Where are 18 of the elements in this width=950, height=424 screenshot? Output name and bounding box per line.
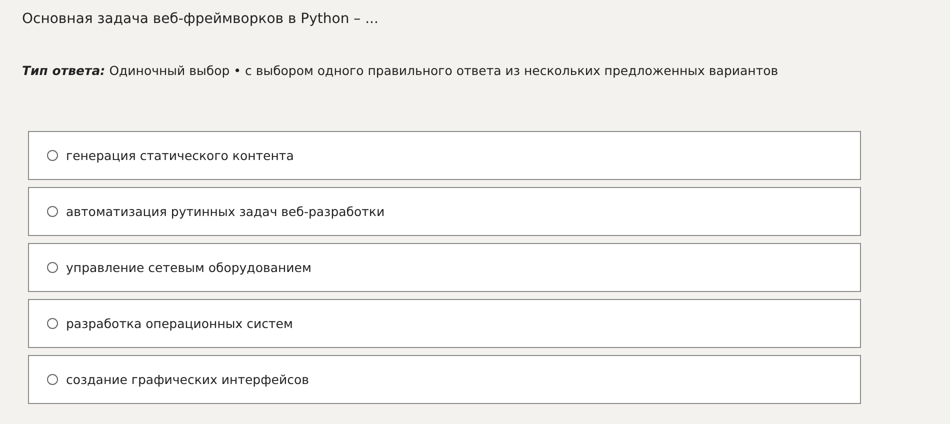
option-label: разработка операционных систем	[66, 316, 293, 331]
option-label: автоматизация рутинных задач веб-разработки	[66, 204, 385, 219]
question-text: Основная задача веб-фреймворков в Python – ...	[22, 10, 380, 29]
radio-button[interactable]	[47, 150, 58, 161]
radio-button[interactable]	[47, 262, 58, 273]
answer-type-value: Одиночный выбор • с выбором одного правильного ответа из нескольких предложенных вариантов	[109, 63, 778, 79]
option-label: генерация статического контента	[66, 148, 294, 163]
answer-type-label: Тип ответа:	[22, 63, 106, 79]
radio-button[interactable]	[47, 374, 58, 385]
radio-button[interactable]	[47, 206, 58, 217]
answer-option[interactable]: управление сетевым оборудованием	[28, 243, 861, 292]
answer-option[interactable]: автоматизация рутинных задач веб-разработки	[28, 187, 861, 236]
answer-option[interactable]: создание графических интерфейсов	[28, 355, 861, 404]
option-label: создание графических интерфейсов	[66, 372, 309, 387]
answer-option[interactable]: разработка операционных систем	[28, 299, 861, 348]
answer-option[interactable]: генерация статического контента	[28, 131, 861, 180]
radio-button[interactable]	[47, 318, 58, 329]
option-label: управление сетевым оборудованием	[66, 260, 312, 275]
